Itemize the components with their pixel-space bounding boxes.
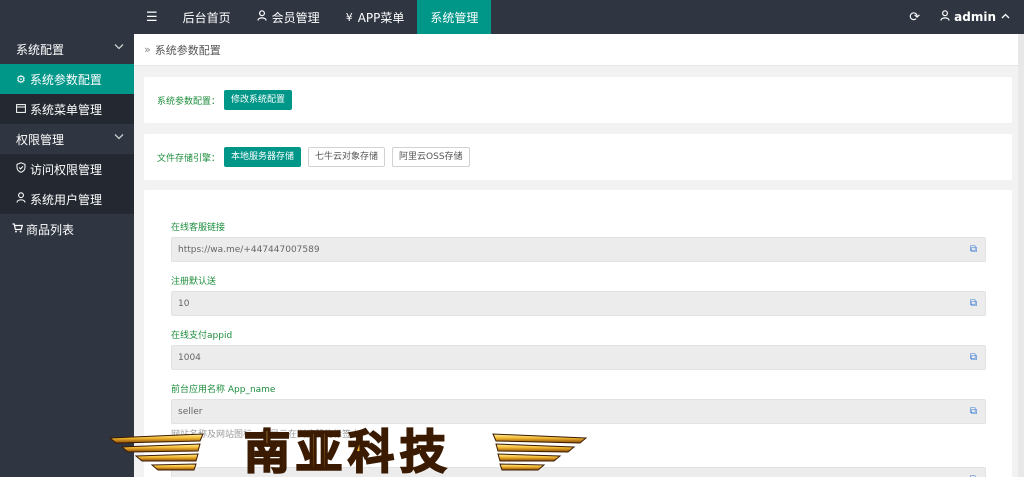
refresh-icon: ⟳ (909, 9, 921, 25)
top-nav: ☰ 后台首页 会员管理 ¥ APP菜单 系统管理 (134, 0, 492, 34)
cart-icon (12, 222, 24, 236)
chevron-down-icon (114, 42, 124, 53)
storage-engine-label: 文件存储引擎： (157, 153, 221, 164)
gear-icon: ⚙ (16, 72, 26, 86)
nav-members[interactable]: 会员管理 (244, 0, 333, 34)
copy-icon[interactable]: ⧉ (970, 406, 977, 417)
storage-option-qiniu[interactable]: 七牛云对象存储 (308, 147, 386, 167)
page-scrollbar[interactable] (1018, 34, 1024, 477)
sidebar-item-system-users[interactable]: 系统用户管理 (0, 184, 134, 214)
edit-system-config-button[interactable]: 修改系统配置 (224, 90, 293, 110)
sidebar-group-permissions[interactable]: 权限管理 (0, 124, 134, 154)
chevron-down-icon (114, 132, 124, 143)
sidebar-item-system-params[interactable]: ⚙ 系统参数配置 (0, 64, 134, 94)
app-name-input[interactable]: seller ⧉ (171, 399, 986, 424)
system-params-label: 系统参数配置： (157, 96, 221, 107)
watermark-text: 南亚科技 (244, 425, 452, 477)
register-bonus-input[interactable]: 10 ⧉ (171, 291, 986, 316)
field-label-app-name: 前台应用名称 App_name (171, 385, 276, 395)
copy-icon[interactable]: ⧉ (970, 352, 977, 363)
field-label-pay-appid: 在线支付appid (171, 331, 233, 341)
hamburger-icon: ☰ (146, 9, 158, 25)
sidebar-item-products[interactable]: 商品列表 (0, 214, 134, 244)
sidebar-item-system-menu[interactable]: 系统菜单管理 (0, 94, 134, 124)
field-label-register-bonus: 注册默认送 (171, 277, 217, 287)
main-content: » 系统参数配置 系统参数配置： 修改系统配置 文件存储引擎： 本地服务器存储 … (134, 34, 1024, 477)
window-icon (16, 103, 26, 116)
watermark-logo: 南亚科技 (108, 424, 588, 477)
user-icon (16, 192, 26, 206)
sidebar-item-access-permissions[interactable]: 访问权限管理 (0, 154, 134, 184)
system-params-card: 系统参数配置： 修改系统配置 (144, 77, 1012, 123)
copy-icon[interactable]: ⧉ (970, 298, 977, 309)
storage-option-local[interactable]: 本地服务器存储 (224, 147, 302, 167)
user-name: admin (954, 10, 996, 24)
storage-engine-card: 文件存储引擎： 本地服务器存储 七牛云对象存储 阿里云OSS存储 (144, 134, 1012, 180)
sidebar: 系统配置 ⚙ 系统参数配置 系统菜单管理 权限管理 访问权限管理 系统用户管理 (0, 34, 134, 477)
sidebar-group-system-config[interactable]: 系统配置 (0, 34, 134, 64)
shield-icon (16, 162, 26, 176)
nav-home[interactable]: 后台首页 (170, 0, 244, 34)
yen-icon: ¥ (345, 10, 353, 24)
service-link-input[interactable]: https://wa.me/+447447007589 ⧉ (171, 237, 986, 262)
logo-area (0, 0, 134, 34)
breadcrumb-label: 系统参数配置 (154, 43, 221, 57)
nav-app-menu[interactable]: ¥ APP菜单 (333, 0, 418, 34)
chevron-up-icon (1001, 12, 1010, 22)
user-icon (257, 10, 267, 24)
user-icon (940, 10, 950, 24)
copy-icon[interactable]: ⧉ (970, 244, 977, 255)
menu-toggle-button[interactable]: ☰ (134, 0, 170, 34)
breadcrumb: » 系统参数配置 (134, 34, 1024, 66)
double-chevron-right-icon: » (144, 43, 151, 56)
refresh-button[interactable]: ⟳ (895, 10, 934, 25)
field-label-service-link: 在线客服链接 (171, 223, 226, 233)
top-bar: ☰ 后台首页 会员管理 ¥ APP菜单 系统管理 ⟳ admin (0, 0, 1024, 34)
pay-appid-input[interactable]: 1004 ⧉ (171, 345, 986, 370)
nav-system[interactable]: 系统管理 (417, 0, 492, 34)
user-menu[interactable]: admin (934, 10, 1024, 24)
top-right: ⟳ admin (895, 0, 1024, 34)
storage-option-aliyun-oss[interactable]: 阿里云OSS存储 (392, 147, 470, 167)
